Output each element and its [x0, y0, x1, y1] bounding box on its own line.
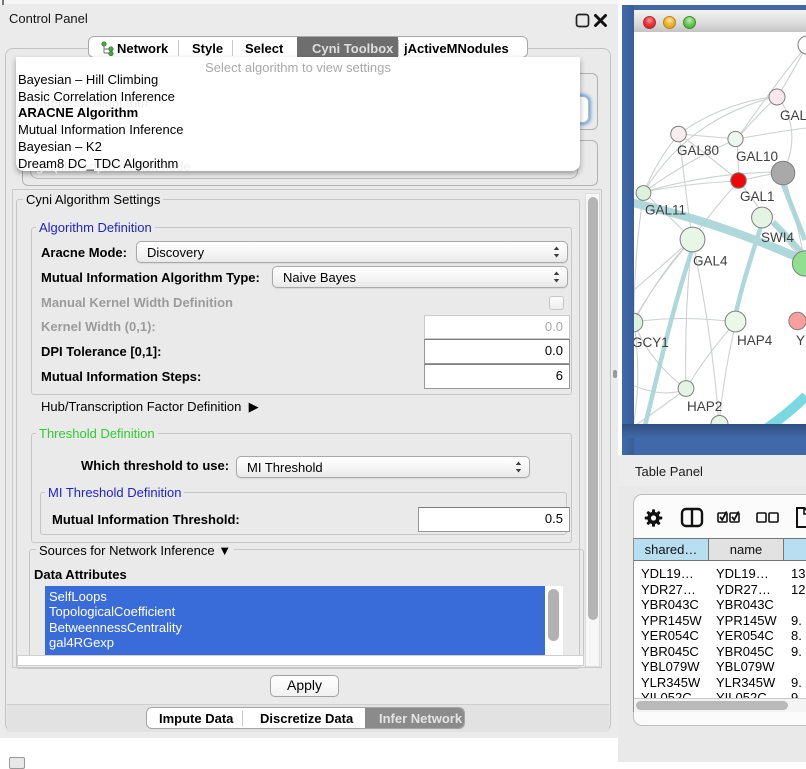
svg-text:GAL4: GAL4	[693, 254, 728, 269]
svg-text:GCY1: GCY1	[634, 335, 669, 350]
svg-text:GAL11: GAL11	[645, 203, 686, 218]
svg-text:HAP4: HAP4	[737, 333, 773, 348]
svg-text:GAL2: GAL2	[780, 108, 806, 123]
svg-text:GAL10: GAL10	[736, 149, 778, 164]
svg-text:SWI4: SWI4	[761, 230, 794, 245]
svg-text:Y: Y	[796, 333, 805, 348]
svg-text:GAL80: GAL80	[677, 143, 719, 158]
svg-text:GAL1: GAL1	[740, 189, 775, 204]
svg-text:HAP2: HAP2	[687, 399, 722, 414]
